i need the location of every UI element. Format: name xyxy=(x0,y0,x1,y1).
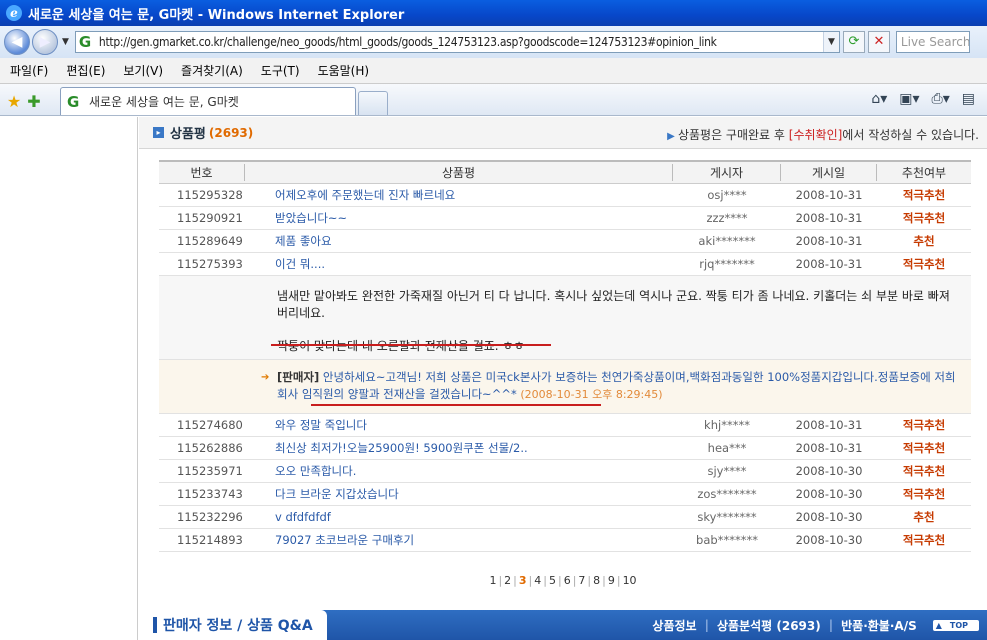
table-row: 115262886 최신상 최저가!오늘25900원! 5900원쿠폰 선물/2… xyxy=(159,437,971,460)
address-bar[interactable]: G http://gen.gmarket.co.kr/challenge/neo… xyxy=(74,31,840,53)
table-row: 115233743 다크 브라운 지갑샀습니다 zos******* 2008-… xyxy=(159,483,971,506)
menu-favorites[interactable]: 즐겨찾기(A) xyxy=(181,62,243,79)
tab-title: 새로운 세상을 여는 문, G마켓 xyxy=(89,95,239,109)
tab-bar: ★ ✚ G 새로운 세상을 여는 문, G마켓 ⌂▾ ▣▾ ⎙▾ ▤ xyxy=(0,84,987,116)
page-link-8[interactable]: 8 xyxy=(593,574,600,587)
gmarket-favicon-icon: G xyxy=(78,33,92,51)
reply-arrow-icon: ➔ xyxy=(261,372,270,383)
stop-button[interactable]: ✕ xyxy=(867,31,890,53)
window-title: 새로운 세상을 여는 문, G마켓 - Windows Internet Exp… xyxy=(28,7,405,23)
table-row: 115290921 받았습니다~~ zzz**** 2008-10-31 적극추… xyxy=(159,207,971,230)
menu-help[interactable]: 도움말(H) xyxy=(318,62,370,79)
page-link-current[interactable]: 3 xyxy=(519,574,527,587)
back-button[interactable]: ◀ xyxy=(4,29,30,55)
col-recommend: 추천여부 xyxy=(901,166,947,180)
pagination: 1 | 2 | 3 | 4 | 5 | 6 | 7 | 8 | 9 | 10 xyxy=(489,574,637,587)
page-link-10[interactable]: 10 xyxy=(623,574,637,587)
section-bullet-icon: ▸ xyxy=(153,127,164,138)
page-link-9[interactable]: 9 xyxy=(608,574,615,587)
left-pane xyxy=(0,117,138,640)
forward-button[interactable]: ▶ xyxy=(32,29,58,55)
notice-arrow-icon: ▶ xyxy=(667,131,678,142)
page-icon[interactable]: ▤ xyxy=(962,91,975,107)
review-notice: ▶ 상품평은 구매완료 후 [수취확인]에서 작성하실 수 있습니다. xyxy=(667,128,979,142)
review-table: 번호 상품평 게시자 게시일 추천여부 115295328 어제오후에 주문했는… xyxy=(159,160,971,552)
add-favorite-icon[interactable]: ✚ xyxy=(24,89,44,115)
home-icon[interactable]: ⌂▾ xyxy=(871,91,887,107)
menu-tools[interactable]: 도구(T) xyxy=(261,62,300,79)
refresh-button[interactable]: ⟳ xyxy=(842,31,865,53)
live-search-input[interactable]: Live Search xyxy=(895,31,970,53)
review-title-link[interactable]: 이건 뭐.... xyxy=(245,256,673,272)
review-title-link[interactable]: 다크 브라운 지갑샀습니다 xyxy=(245,486,673,502)
table-row: 115235971 오오 만족합니다. sjy**** 2008-10-30 적… xyxy=(159,460,971,483)
table-row: 115289649 제품 좋아요 aki******* 2008-10-31 추… xyxy=(159,230,971,253)
seller-reply-date: (2008-10-31 오후 8:29:45) xyxy=(520,388,663,401)
page-link-4[interactable]: 4 xyxy=(534,574,541,587)
address-dropdown-icon[interactable]: ▼ xyxy=(822,32,839,52)
page-link-2[interactable]: 2 xyxy=(504,574,511,587)
menu-file[interactable]: 파일(F) xyxy=(10,62,48,79)
col-number: 번호 xyxy=(159,164,245,181)
review-title-link[interactable]: 받았습니다~~ xyxy=(245,210,673,226)
review-title-link[interactable]: 최신상 최저가!오늘25900원! 5900원쿠폰 선물/2.. xyxy=(245,440,673,456)
review-title-link[interactable]: 와우 정말 죽입니다 xyxy=(245,417,673,433)
seller-info-tab[interactable]: 판매자 정보 / 상품 Q&A xyxy=(139,610,327,640)
address-toolbar: ◀ ▶ ▼ G http://gen.gmarket.co.kr/challen… xyxy=(0,26,987,58)
review-analysis-link[interactable]: 상품분석평 (2693) xyxy=(717,617,821,634)
review-count: (2693) xyxy=(208,125,254,140)
gmarket-tab-icon: G xyxy=(67,92,80,111)
return-refund-link[interactable]: 반품·환불·A/S xyxy=(841,617,917,634)
command-bar: ⌂▾ ▣▾ ⎙▾ ▤ xyxy=(871,84,987,114)
page-link-6[interactable]: 6 xyxy=(564,574,571,587)
review-text: 냄새만 맡아봐도 완전한 가죽재질 아닌거 티 다 납니다. 혹시나 싶었는데 … xyxy=(277,289,950,320)
red-underline-annotation xyxy=(311,404,601,406)
review-title-link[interactable]: 제품 좋아요 xyxy=(245,233,673,249)
col-author: 게시자 xyxy=(673,164,781,181)
review-title-link[interactable]: v dfdfdfdf xyxy=(245,510,673,524)
bottom-links: 상품정보 | 상품분석평 (2693) | 반품·환불·A/S ▲ TOP xyxy=(644,617,987,634)
ie-logo-icon: e xyxy=(6,5,22,21)
window-titlebar: e 새로운 세상을 여는 문, G마켓 - Windows Internet E… xyxy=(0,0,987,26)
review-title-link[interactable]: 어제오후에 주문했는데 진자 빠르네요 xyxy=(245,187,673,203)
expanded-review-body: 냄새만 맡아봐도 완전한 가죽재질 아닌거 티 다 납니다. 혹시나 싶었는데 … xyxy=(159,276,971,360)
tab-gmarket[interactable]: G 새로운 세상을 여는 문, G마켓 xyxy=(60,87,356,115)
bottom-tab-bar: 판매자 정보 / 상품 Q&A 상품정보 | 상품분석평 (2693) | 반품… xyxy=(139,610,987,640)
table-row: 115275393 이건 뭐.... rjq******* 2008-10-31… xyxy=(159,253,971,276)
receipt-confirm-link[interactable]: [수취확인] xyxy=(789,128,843,142)
col-date: 게시일 xyxy=(781,164,877,181)
table-row: 115295328 어제오후에 주문했는데 진자 빠르네요 osj**** 20… xyxy=(159,184,971,207)
page-link-7[interactable]: 7 xyxy=(578,574,585,587)
recent-pages-dropdown-icon[interactable]: ▼ xyxy=(62,37,69,47)
feeds-icon[interactable]: ▣▾ xyxy=(899,91,919,107)
product-info-link[interactable]: 상품정보 xyxy=(652,617,696,634)
review-text-emphasis: 짝퉁이 맞다는데 내 오른팔과 전재산을 걸죠. ㅎㅎ xyxy=(277,339,525,353)
review-section-header: ▸ 상품평 (2693) ▶ 상품평은 구매완료 후 [수취확인]에서 작성하실… xyxy=(139,117,987,149)
section-title: 상품평 xyxy=(170,127,206,142)
red-underline-annotation xyxy=(271,344,551,346)
review-title-link[interactable]: 오오 만족합니다. xyxy=(245,463,673,479)
product-review-section: ▸ 상품평 (2693) ▶ 상품평은 구매완료 후 [수취확인]에서 작성하실… xyxy=(139,117,987,640)
address-input[interactable]: http://gen.gmarket.co.kr/challenge/neo_g… xyxy=(99,35,823,49)
page-link-1[interactable]: 1 xyxy=(489,574,496,587)
favorites-star-icon[interactable]: ★ xyxy=(4,89,24,115)
table-header: 번호 상품평 게시자 게시일 추천여부 xyxy=(159,160,971,184)
new-tab-button[interactable] xyxy=(358,91,388,115)
table-row: 115274680 와우 정말 죽입니다 khj***** 2008-10-31… xyxy=(159,414,971,437)
table-row: 115214893 79027 초코브라운 구매후기 bab******* 20… xyxy=(159,529,971,552)
table-row: 115232296 v dfdfdfdf sky******* 2008-10-… xyxy=(159,506,971,529)
tab-marker-icon xyxy=(153,617,157,633)
menu-bar: 파일(F) 편집(E) 보기(V) 즐겨찾기(A) 도구(T) 도움말(H) xyxy=(0,58,987,84)
review-title-link[interactable]: 79027 초코브라운 구매후기 xyxy=(245,532,673,548)
print-icon[interactable]: ⎙▾ xyxy=(932,91,950,107)
seller-tag: [판매자] xyxy=(277,370,320,384)
menu-edit[interactable]: 편집(E) xyxy=(66,62,105,79)
col-review: 상품평 xyxy=(245,164,673,181)
page-link-5[interactable]: 5 xyxy=(549,574,556,587)
menu-view[interactable]: 보기(V) xyxy=(123,62,163,79)
top-button[interactable]: ▲ TOP xyxy=(932,619,979,631)
seller-reply: ➔ [판매자] 안녕하세요~고객님! 저희 상품은 미국ck본사가 보증하는 천… xyxy=(159,360,971,414)
